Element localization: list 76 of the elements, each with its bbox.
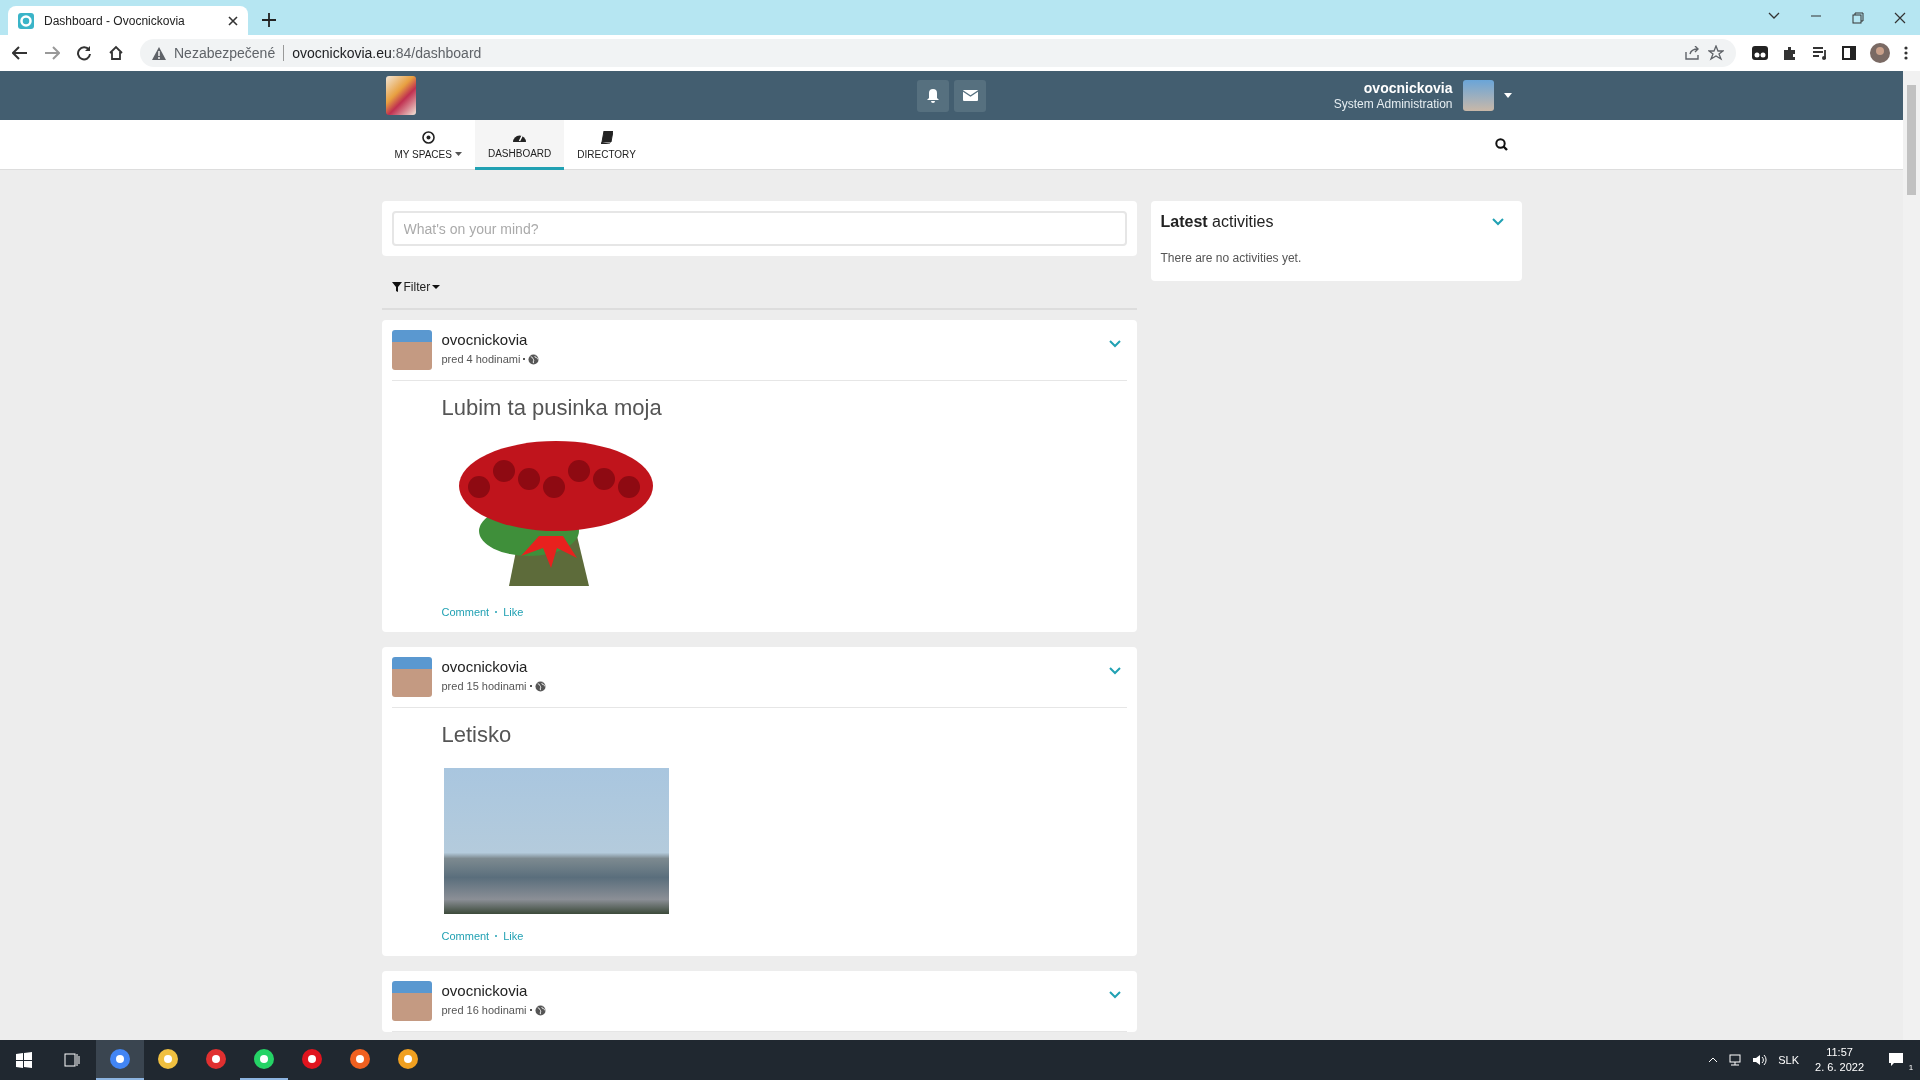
scrollbar[interactable] xyxy=(1903,71,1920,1040)
post-time: pred 4 hodinami xyxy=(441,353,521,365)
browser-tab[interactable]: Dashboard - Ovocnickovia xyxy=(8,6,248,35)
flower-bouquet-photo[interactable] xyxy=(458,441,654,586)
back-icon[interactable] xyxy=(12,46,28,60)
network-icon[interactable] xyxy=(1728,1054,1743,1066)
chevron-up-icon[interactable] xyxy=(1708,1057,1719,1063)
speech-bubble-icon xyxy=(1888,1052,1904,1066)
reading-list-icon[interactable] xyxy=(1812,46,1828,60)
avatar-photo[interactable] xyxy=(391,657,432,697)
chevron-down-icon[interactable] xyxy=(1108,340,1121,348)
globe-icon xyxy=(528,353,540,365)
post-author[interactable]: ovocnickovia xyxy=(441,982,1099,999)
language-indicator[interactable]: SLK xyxy=(1778,1054,1800,1066)
panel-title: Latest activities xyxy=(1160,213,1274,231)
url-path: :84/dashboard xyxy=(391,45,482,61)
user-name: ovocnickovia xyxy=(1362,79,1453,96)
logo-image[interactable] xyxy=(385,76,416,115)
post-time: pred 16 hodinami xyxy=(441,1004,527,1016)
taskbar-app[interactable] xyxy=(96,1040,144,1080)
post-input-field[interactable]: What's on your mind? xyxy=(391,211,1127,246)
volume-icon[interactable] xyxy=(1752,1054,1769,1066)
caret-icon[interactable] xyxy=(1503,93,1512,98)
extension-icon[interactable] xyxy=(1752,46,1768,60)
restore-icon[interactable] xyxy=(1852,11,1864,24)
user-avatar[interactable] xyxy=(1462,80,1494,111)
address-bar[interactable]: Nezabezpečené ovocnickovia.eu:84/dashboard xyxy=(140,39,1736,67)
bell-icon xyxy=(926,88,940,103)
post-text: Lubim ta pusinka moja xyxy=(441,395,663,421)
warning-icon xyxy=(152,46,166,60)
search-icon[interactable] xyxy=(1494,138,1508,151)
nav-tab[interactable]: MY SPACES xyxy=(381,120,475,170)
empty-message: There are no activities yet. xyxy=(1160,251,1303,265)
chevron-down-icon[interactable] xyxy=(1108,991,1121,999)
clock[interactable]: 11:57 2. 6. 2022 xyxy=(1809,1045,1870,1075)
avatar-photo[interactable] xyxy=(391,330,432,370)
post-author[interactable]: ovocnickovia xyxy=(441,658,1099,675)
globe-icon xyxy=(534,1004,546,1016)
filter-button[interactable]: Filter xyxy=(391,280,441,294)
messages-button[interactable] xyxy=(954,79,986,112)
user-role: System Administration xyxy=(1333,95,1453,112)
site-favicon xyxy=(18,12,34,29)
post-text: Letisko xyxy=(441,722,513,748)
close-icon[interactable] xyxy=(228,15,238,26)
windows-icon xyxy=(16,1052,32,1068)
notification-button[interactable]: 1 xyxy=(1880,1052,1912,1068)
book-icon xyxy=(600,130,613,144)
security-label: Nezabezpečené xyxy=(174,45,276,61)
side-panel-icon[interactable] xyxy=(1842,46,1856,60)
chevron-down-icon[interactable] xyxy=(1491,218,1504,226)
task-view-icon xyxy=(64,1053,80,1067)
chevron-down-icon[interactable] xyxy=(1108,667,1121,675)
window-close-icon[interactable] xyxy=(1894,11,1906,24)
star-icon[interactable] xyxy=(1708,45,1724,61)
tab-search-icon[interactable] xyxy=(1768,11,1780,20)
profile-avatar[interactable] xyxy=(1870,43,1890,63)
share-icon[interactable] xyxy=(1684,46,1700,60)
globe-icon xyxy=(534,680,546,692)
puzzle-icon[interactable] xyxy=(1782,45,1798,61)
nav-tab[interactable]: DASHBOARD xyxy=(474,120,565,170)
funnel-icon xyxy=(391,282,402,292)
post-author[interactable]: ovocnickovia xyxy=(441,331,1099,348)
nav-tab[interactable]: DIRECTORY xyxy=(564,120,649,170)
cityscape-photo[interactable] xyxy=(443,768,669,914)
forward-icon xyxy=(44,46,60,60)
caret-icon xyxy=(432,285,441,289)
more-icon[interactable] xyxy=(1904,46,1908,60)
new-tab-icon[interactable] xyxy=(262,13,276,27)
notifications-button[interactable] xyxy=(917,79,949,112)
envelope-icon xyxy=(962,90,978,101)
home-icon[interactable] xyxy=(108,45,124,61)
post-time: pred 15 hodinami xyxy=(441,680,527,692)
url-host: ovocnickovia.eu xyxy=(292,45,392,61)
reload-icon[interactable] xyxy=(76,45,92,61)
avatar-photo[interactable] xyxy=(391,981,432,1021)
target-icon xyxy=(421,130,435,144)
